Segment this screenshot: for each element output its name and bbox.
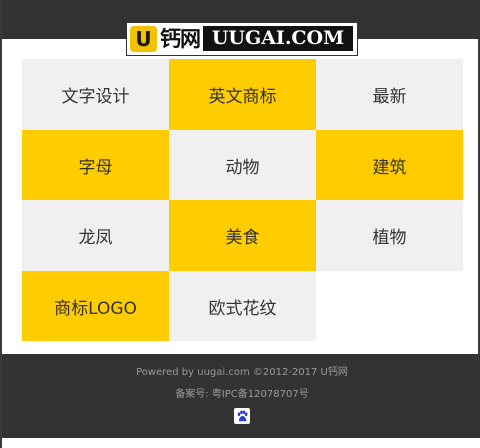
site-logo[interactable]: U 钙网 UUGAI.COM [126,22,358,56]
category-food[interactable]: 美食 [169,200,316,271]
footer-powered-by-link[interactable]: Powered by uugai.com ©2012-2017 U钙网 [136,367,348,378]
category-european-pattern[interactable]: 欧式花纹 [169,271,316,341]
footer-powered-by: Powered by uugai.com ©2012-2017 U钙网 [2,366,480,380]
category-text-design[interactable]: 文字设计 [22,59,169,130]
category-dragon-phoenix[interactable]: 龙凤 [22,200,169,271]
grid-empty-slot [316,271,463,341]
category-latest[interactable]: 最新 [316,59,463,130]
category-architecture[interactable]: 建筑 [316,130,463,200]
category-grid: 文字设计 英文商标 最新 字母 动物 建筑 龙凤 美食 植物 商标LOGO 欧式… [22,59,463,341]
page-frame: U 钙网 UUGAI.COM 文字设计 英文商标 最新 字母 动物 建筑 龙凤 … [0,0,480,448]
logo-badge-icon: U [130,26,157,52]
category-trademark-logo[interactable]: 商标LOGO [22,271,169,341]
bottom-strip [2,438,480,448]
logo-english-text: UUGAI.COM [203,26,353,51]
category-english-trademark[interactable]: 英文商标 [169,59,316,130]
site-footer: Powered by uugai.com ©2012-2017 U钙网 备案号:… [2,354,480,438]
category-plants[interactable]: 植物 [316,200,463,271]
logo-chinese-text: 钙网 [160,27,201,51]
paw-icon [237,410,247,421]
baidu-paw-icon[interactable] [234,408,250,424]
footer-icp: 备案号: 粤IPC备12078707号 [2,388,480,402]
category-letters[interactable]: 字母 [22,130,169,200]
footer-icp-link[interactable]: 备案号: 粤IPC备12078707号 [175,389,308,400]
category-animals[interactable]: 动物 [169,130,316,200]
